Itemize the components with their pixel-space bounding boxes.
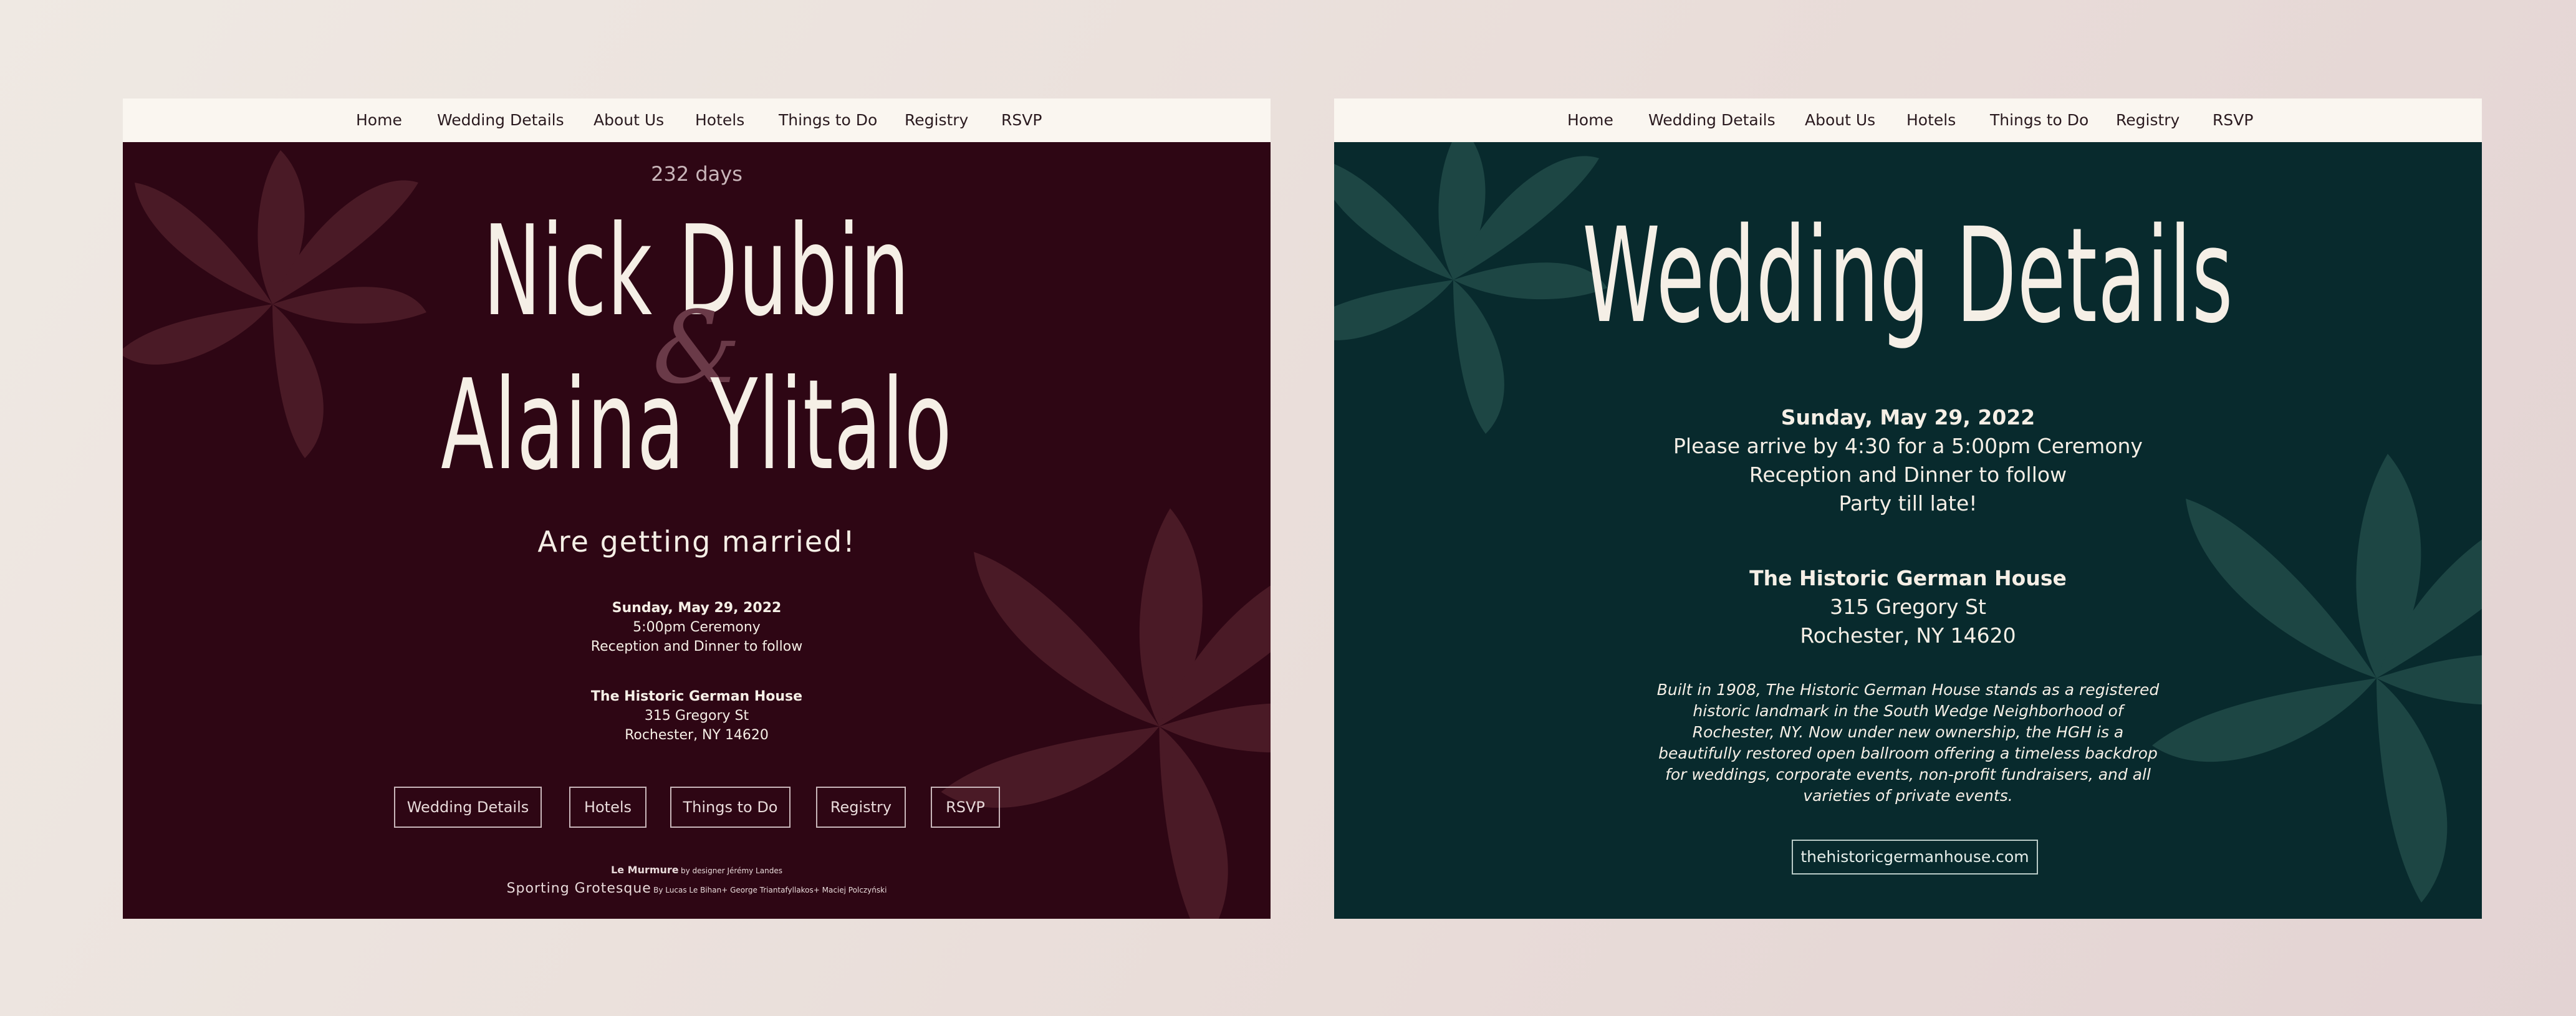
rsvp-button[interactable]: RSVP — [931, 787, 1000, 828]
nav-home[interactable]: Home — [1567, 98, 1613, 142]
wedding-details-button[interactable]: Wedding Details — [394, 787, 542, 828]
nav-things-to-do[interactable]: Things to Do — [779, 98, 877, 142]
venue-description-line: beautifully restored open ballroom offer… — [1658, 744, 2158, 762]
venue-description-line: Built in 1908, The Historic German House… — [1656, 681, 2160, 699]
venue-name: The Historic German House — [590, 689, 803, 704]
nav-rsvp[interactable]: RSVP — [2213, 98, 2253, 142]
nav-wedding-details[interactable]: Wedding Details — [1648, 98, 1776, 142]
venue-city: Rochester, NY 14620 — [625, 727, 769, 743]
nav-wedding-details[interactable]: Wedding Details — [437, 98, 564, 142]
details-venue-name: The Historic German House — [1749, 566, 2067, 590]
registry-button[interactable]: Registry — [816, 787, 906, 828]
event-reception: Reception and Dinner to follow — [590, 639, 803, 654]
home-page-mockup: Home Wedding Details About Us Hotels Thi… — [123, 98, 1271, 919]
details-date: Sunday, May 29, 2022 — [1781, 405, 2035, 429]
font-credit-1-author: by designer Jérémy Landes — [681, 866, 782, 875]
nav-things-to-do[interactable]: Things to Do — [1990, 98, 2088, 142]
nav-about-us[interactable]: About Us — [594, 98, 664, 142]
countdown: 232 days — [651, 162, 743, 186]
font-credit-1-name: Le Murmure — [611, 864, 679, 876]
venue-description-line: for weddings, corporate events, non-prof… — [1665, 765, 2151, 784]
font-credit-1: Le Murmure by designer Jérémy Landes — [123, 864, 1271, 876]
nav-registry[interactable]: Registry — [905, 98, 968, 142]
venue-description-line: varieties of private events. — [1803, 787, 2013, 805]
font-credit-2-author: By Lucas Le Bihan+ George Triantafyllako… — [653, 886, 887, 894]
details-party: Party till late! — [1838, 491, 1978, 515]
couple-name-2: Alaina Ylitalo — [441, 353, 953, 498]
wedding-details-page-mockup: Home Wedding Details About Us Hotels Thi… — [1334, 98, 2482, 919]
venue-description-line: Rochester, NY. Now under new ownership, … — [1692, 723, 2124, 741]
venue-website-link[interactable]: thehistoricgermanhouse.com — [1792, 840, 2038, 875]
details-venue-street: 315 Gregory St — [1830, 595, 1986, 619]
hotels-button[interactable]: Hotels — [569, 787, 646, 828]
nav-rsvp[interactable]: RSVP — [1001, 98, 1042, 142]
things-to-do-button[interactable]: Things to Do — [670, 787, 791, 828]
venue-description-line: historic landmark in the South Wedge Nei… — [1693, 702, 2123, 720]
font-credit-2-name: Sporting Grotesque — [506, 881, 651, 896]
top-nav: Home Wedding Details About Us Hotels Thi… — [1334, 98, 2482, 142]
details-reception: Reception and Dinner to follow — [1749, 462, 2067, 487]
top-nav: Home Wedding Details About Us Hotels Thi… — [123, 98, 1271, 142]
nav-hotels[interactable]: Hotels — [695, 98, 744, 142]
nav-home[interactable]: Home — [356, 98, 402, 142]
event-time: 5:00pm Ceremony — [633, 620, 761, 635]
details-venue-city: Rochester, NY 14620 — [1800, 623, 2016, 648]
details-arrive: Please arrive by 4:30 for a 5:00pm Cerem… — [1673, 434, 2143, 458]
page-title: Wedding Details — [1582, 199, 2234, 352]
event-date: Sunday, May 29, 2022 — [612, 600, 782, 616]
venue-street: 315 Gregory St — [644, 708, 749, 724]
tagline: Are getting married! — [537, 525, 856, 558]
nav-hotels[interactable]: Hotels — [1906, 98, 1956, 142]
font-credit-2: Sporting Grotesque By Lucas Le Bihan+ Ge… — [123, 881, 1271, 896]
nav-registry[interactable]: Registry — [2116, 98, 2180, 142]
nav-about-us[interactable]: About Us — [1805, 98, 1875, 142]
